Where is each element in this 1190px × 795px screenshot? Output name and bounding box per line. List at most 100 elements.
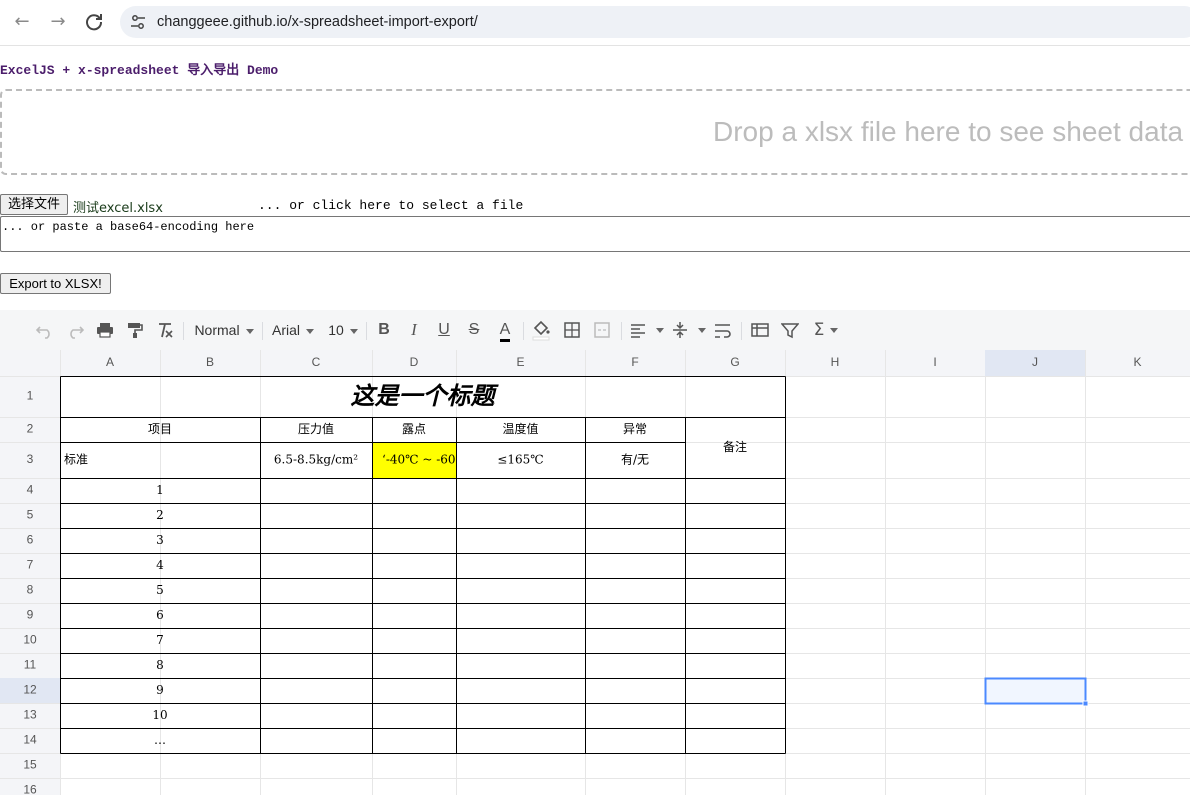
row-header-11: 11 bbox=[24, 658, 37, 672]
header-temperature: 温度值 bbox=[502, 421, 538, 436]
selected-file-name: 测试excel.xlsx bbox=[73, 201, 163, 216]
underline-button[interactable]: U bbox=[434, 310, 454, 350]
column-header-b: B bbox=[206, 355, 214, 369]
sigma-icon: Σ bbox=[813, 320, 825, 340]
undo-icon[interactable] bbox=[34, 310, 56, 350]
toolbar-divider bbox=[366, 322, 367, 340]
back-arrow-icon[interactable]: ← bbox=[10, 10, 34, 34]
item-number: 8 bbox=[156, 658, 164, 672]
row-header-10: 10 bbox=[23, 633, 37, 647]
item-number: 10 bbox=[152, 708, 167, 722]
reload-icon[interactable] bbox=[82, 10, 106, 34]
url-text[interactable]: changgeee.github.io/x-spreadsheet-import… bbox=[157, 14, 478, 30]
font-dropdown[interactable]: Arial bbox=[270, 310, 316, 350]
row-header-16: 16 bbox=[23, 783, 37, 795]
item-number: 9 bbox=[156, 683, 164, 697]
select-file-hint[interactable]: ... or click here to select a file bbox=[258, 198, 523, 213]
bold-button[interactable]: B bbox=[374, 310, 394, 350]
clear-format-icon[interactable] bbox=[154, 310, 176, 350]
column-header-i: I bbox=[933, 355, 936, 369]
standard-abnormal: 有/无 bbox=[621, 453, 649, 467]
column-header-a: A bbox=[106, 355, 114, 369]
row-header-6: 6 bbox=[27, 533, 34, 547]
text-wrap-icon[interactable] bbox=[712, 310, 734, 350]
text-color-icon: A bbox=[499, 321, 511, 342]
column-header-k: K bbox=[1133, 355, 1141, 369]
header-item: 项目 bbox=[148, 422, 172, 436]
valign-middle-icon bbox=[673, 322, 687, 338]
header-pressure: 压力值 bbox=[298, 421, 334, 436]
print-icon[interactable] bbox=[94, 310, 116, 350]
row-header-4: 4 bbox=[27, 483, 34, 497]
font-size-dropdown[interactable]: 10 bbox=[326, 310, 360, 350]
fill-handle[interactable] bbox=[1082, 700, 1089, 707]
row-header-2: 2 bbox=[27, 422, 34, 436]
browser-bar: ← → changgeee.github.io/x-spreadsheet-im… bbox=[0, 0, 1190, 46]
column-header-d: D bbox=[410, 355, 419, 369]
choose-file-button[interactable]: 选择文件 bbox=[0, 194, 68, 215]
item-number: 1 bbox=[156, 483, 164, 497]
standard-label: 标准 bbox=[64, 453, 88, 467]
row-header-1: 1 bbox=[27, 389, 34, 403]
header-remark: 备注 bbox=[723, 439, 747, 454]
sheet-title: 这是一个标题 bbox=[351, 381, 500, 410]
standard-temperature: ≤165℃ bbox=[497, 453, 543, 467]
formula-dropdown[interactable]: Σ bbox=[810, 310, 842, 350]
address-bar[interactable]: changgeee.github.io/x-spreadsheet-import… bbox=[120, 6, 1190, 38]
item-number: 6 bbox=[156, 608, 164, 622]
selected-cell[interactable] bbox=[984, 677, 1087, 705]
item-number: 5 bbox=[156, 583, 164, 597]
text-color-button[interactable]: A bbox=[494, 310, 516, 350]
site-settings-icon[interactable] bbox=[130, 14, 146, 30]
page-title: ExcelJS + x-spreadsheet 导入导出 Demo bbox=[0, 63, 279, 78]
strikethrough-button[interactable]: S bbox=[464, 310, 484, 350]
toolbar-divider bbox=[183, 322, 184, 340]
item-number: 7 bbox=[156, 633, 164, 647]
freeze-icon[interactable] bbox=[749, 310, 771, 350]
base64-placeholder: ... or paste a base64-encoding here bbox=[2, 220, 255, 234]
row-header-15: 15 bbox=[23, 758, 37, 772]
row-header-5: 5 bbox=[27, 508, 34, 522]
item-number: … bbox=[154, 733, 166, 747]
drop-zone-text: Drop a xlsx file here to see sheet data bbox=[713, 116, 1184, 147]
row-header-9: 9 bbox=[27, 608, 34, 622]
standard-dew-point: ‘-40℃ ~ -60℃ bbox=[382, 453, 469, 467]
redo-icon[interactable] bbox=[64, 310, 86, 350]
row-header-14: 14 bbox=[23, 733, 37, 747]
toolbar-divider bbox=[523, 322, 524, 340]
column-header-c: C bbox=[312, 355, 321, 369]
borders-icon[interactable] bbox=[561, 310, 583, 350]
column-header-f: F bbox=[631, 355, 638, 369]
item-number: 4 bbox=[156, 558, 164, 572]
column-header-h: H bbox=[831, 355, 840, 369]
row-header-8: 8 bbox=[27, 583, 34, 597]
row-header-3: 3 bbox=[27, 452, 34, 466]
align-left-icon bbox=[631, 324, 645, 338]
header-dew-point: 露点 bbox=[402, 422, 426, 436]
item-number: 2 bbox=[156, 508, 164, 522]
align-dropdown[interactable] bbox=[630, 310, 660, 350]
filter-icon[interactable] bbox=[779, 310, 801, 350]
row-header-13: 13 bbox=[23, 708, 37, 722]
toolbar-divider bbox=[741, 322, 742, 340]
export-xlsx-button[interactable]: Export to XLSX! bbox=[0, 273, 111, 294]
forward-arrow-icon[interactable]: → bbox=[46, 10, 70, 34]
column-header-g: G bbox=[730, 355, 739, 369]
italic-button[interactable]: I bbox=[404, 310, 424, 350]
standard-pressure: 6.5-8.5kg/cm² bbox=[274, 453, 358, 467]
sheet-toolbar: Normal Arial 10 B I U S A Σ bbox=[0, 310, 1190, 351]
fill-color-icon[interactable] bbox=[530, 310, 552, 350]
format-dropdown[interactable]: Normal bbox=[192, 310, 256, 350]
merge-cells-icon[interactable] bbox=[591, 310, 613, 350]
row-header-12: 12 bbox=[23, 683, 37, 697]
item-number: 3 bbox=[156, 533, 164, 547]
toolbar-divider bbox=[262, 322, 263, 340]
column-header-e: E bbox=[516, 355, 524, 369]
spreadsheet-grid[interactable]: A B C D E F G H I J K 1 2 3 4 5 6 7 8 9 10 11 12 13 14 15 16 这是一个标题… bbox=[0, 350, 1190, 795]
toolbar-divider bbox=[621, 322, 622, 340]
header-abnormal: 异常 bbox=[623, 422, 647, 436]
column-header-j: J bbox=[1032, 355, 1038, 369]
paint-format-icon[interactable] bbox=[124, 310, 146, 350]
row-header-7: 7 bbox=[27, 558, 34, 572]
valign-dropdown[interactable] bbox=[672, 310, 702, 350]
